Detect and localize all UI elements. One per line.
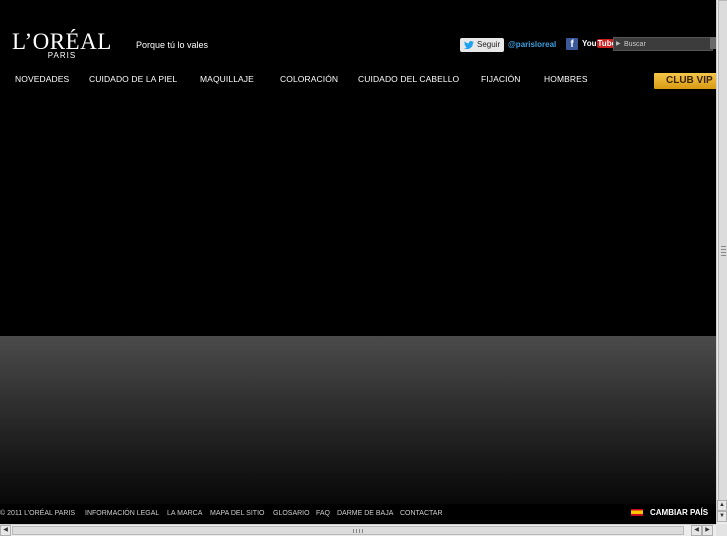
- nav-item-hombres[interactable]: HOMBRES: [544, 73, 588, 85]
- scroll-left-arrow-icon[interactable]: ◀: [0, 525, 11, 536]
- search-box: ▶: [613, 37, 713, 51]
- footer-link-contactar[interactable]: CONTACTAR: [400, 509, 443, 519]
- nav-item-cuidado-cabello[interactable]: CUIDADO DEL CABELLO: [358, 73, 459, 85]
- facebook-icon[interactable]: f: [566, 38, 578, 50]
- nav-item-maquillaje[interactable]: MAQUILLAJE: [200, 73, 254, 85]
- content-stage: [0, 336, 716, 504]
- twitter-follow-button[interactable]: Seguir: [460, 38, 504, 52]
- footer-link-mapa[interactable]: MAPA DEL SITIO: [210, 509, 264, 519]
- page: L’ORÉAL PARIS Porque tú lo vales Seguir …: [0, 0, 716, 524]
- twitter-bird-icon: [464, 41, 474, 49]
- vertical-scroll-thumb[interactable]: [718, 0, 727, 502]
- scroll-grip-icon: [721, 246, 726, 256]
- club-vip-button[interactable]: CLUB VIP: [654, 73, 716, 89]
- scroll-left-arrow-icon-2[interactable]: ◀: [691, 525, 702, 536]
- horizontal-scroll-thumb[interactable]: [12, 526, 684, 535]
- nav-item-novedades[interactable]: NOVEDADES: [15, 73, 69, 85]
- vertical-scrollbar[interactable]: ▲ ▼: [716, 0, 727, 524]
- scroll-grip-icon: [353, 529, 365, 533]
- change-country-link[interactable]: CAMBIAR PAÍS: [650, 508, 708, 518]
- scroll-down-arrow-icon[interactable]: ▼: [717, 511, 727, 522]
- scroll-right-arrow-icon[interactable]: ▶: [702, 525, 713, 536]
- footer-link-faq[interactable]: FAQ: [316, 509, 330, 519]
- footer-link-baja[interactable]: DARME DE BAJA: [337, 509, 393, 519]
- scrollbar-corner: [716, 524, 727, 536]
- scroll-up-arrow-icon[interactable]: ▲: [717, 500, 727, 511]
- search-input[interactable]: [624, 38, 704, 50]
- nav-item-cuidado-piel[interactable]: CUIDADO DE LA PIEL: [89, 73, 177, 85]
- tagline: Porque tú lo vales: [136, 40, 209, 50]
- loreal-logo[interactable]: L’ORÉAL PARIS: [12, 30, 112, 60]
- youtube-you-text: You: [582, 39, 597, 48]
- logo-subtitle: PARIS: [47, 51, 77, 60]
- youtube-icon[interactable]: YouTube: [582, 38, 618, 50]
- nav-item-coloracion[interactable]: COLORACIÓN: [280, 73, 338, 85]
- footer-copyright: © 2011 L’ORÉAL PARIS: [0, 510, 76, 517]
- logo-wordmark: L’ORÉAL: [12, 29, 112, 54]
- spain-flag-icon: [631, 509, 643, 516]
- horizontal-scrollbar[interactable]: ◀ ◀ ▶: [0, 524, 716, 536]
- footer-link-marca[interactable]: LA MARCA: [167, 509, 202, 519]
- window-bottom-edge: [0, 536, 727, 545]
- footer: © 2011 L’ORÉAL PARIS INFORMACIÓN LEGAL L…: [0, 506, 716, 522]
- twitter-handle-link[interactable]: @parisloreal: [508, 40, 556, 50]
- footer-link-legal[interactable]: INFORMACIÓN LEGAL: [85, 509, 159, 519]
- nav-item-fijacion[interactable]: FIJACIÓN: [481, 73, 521, 85]
- search-arrow-icon: ▶: [616, 41, 621, 47]
- footer-link-glosario[interactable]: GLOSARIO: [273, 509, 310, 519]
- follow-label: Seguir: [477, 40, 501, 49]
